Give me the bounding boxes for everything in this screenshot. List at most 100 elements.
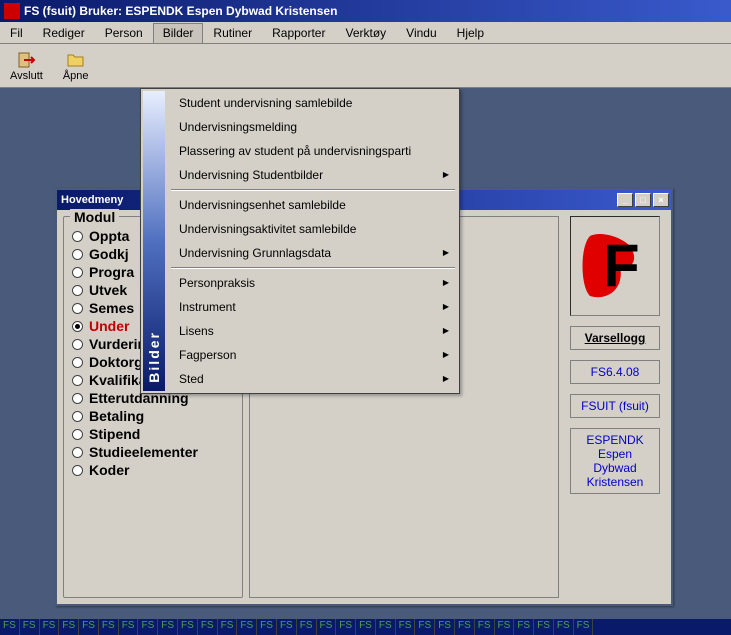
modul-legend: Modul — [70, 209, 119, 225]
toolbar: Avslutt Åpne — [0, 44, 731, 88]
menu-rutiner[interactable]: Rutiner — [203, 23, 262, 43]
radio-icon — [72, 267, 83, 278]
status-segment: FS — [495, 619, 515, 635]
menu-fil[interactable]: Fil — [0, 23, 33, 43]
dropdown-item[interactable]: Lisens — [167, 319, 459, 343]
status-segment: FS — [455, 619, 475, 635]
status-segment: FS — [237, 619, 257, 635]
child-title: Hovedmeny — [61, 194, 123, 206]
module-label: Semes — [89, 300, 134, 316]
module-label: Godkj — [89, 246, 129, 262]
module-label: Progra — [89, 264, 134, 280]
status-segment: FS — [534, 619, 554, 635]
dropdown-item[interactable]: Fagperson — [167, 343, 459, 367]
menu-person[interactable]: Person — [95, 23, 153, 43]
status-segment: FS — [218, 619, 238, 635]
menu-hjelp[interactable]: Hjelp — [447, 23, 494, 43]
app-title: FS (fsuit) Bruker: ESPENDK Espen Dybwad … — [24, 4, 337, 18]
module-label: Stipend — [89, 426, 140, 442]
avslutt-label: Avslutt — [10, 70, 43, 82]
dropdown-item[interactable]: Plassering av student på undervisningspa… — [167, 139, 459, 163]
status-segment: FS — [396, 619, 416, 635]
radio-icon — [72, 429, 83, 440]
status-segment: FS — [198, 619, 218, 635]
radio-icon — [72, 411, 83, 422]
bilder-dropdown-menu: Bilder Student undervisning samlebildeUn… — [140, 88, 460, 394]
radio-icon — [72, 249, 83, 260]
status-bar: FSFSFSFSFSFSFSFSFSFSFSFSFSFSFSFSFSFSFSFS… — [0, 619, 731, 635]
status-segment: FS — [59, 619, 79, 635]
module-label: Under — [89, 318, 129, 334]
module-label: Koder — [89, 462, 129, 478]
window-controls: _ □ × — [617, 193, 669, 207]
module-label: Oppta — [89, 228, 129, 244]
status-segment: FS — [475, 619, 495, 635]
module-label: Studieelementer — [89, 444, 198, 460]
radio-icon — [72, 357, 83, 368]
mdi-workspace: Bilder Student undervisning samlebildeUn… — [0, 88, 731, 635]
radio-icon — [72, 465, 83, 476]
status-segment: FS — [435, 619, 455, 635]
status-segment: FS — [356, 619, 376, 635]
status-segment: FS — [178, 619, 198, 635]
module-radio-koder[interactable]: Koder — [72, 461, 234, 479]
right-panel: F Varsellogg FS6.4.08 FSUIT (fsuit) ESPE… — [565, 216, 665, 598]
dropdown-item[interactable]: Personpraksis — [167, 271, 459, 295]
apne-label: Åpne — [63, 70, 89, 82]
dropdown-separator — [171, 267, 455, 269]
radio-icon — [72, 285, 83, 296]
dropdown-item[interactable]: Student undervisning samlebilde — [167, 91, 459, 115]
radio-icon — [72, 321, 83, 332]
version-box[interactable]: FS6.4.08 — [570, 360, 660, 384]
maximize-button[interactable]: □ — [635, 193, 651, 207]
dropdown-item[interactable]: Instrument — [167, 295, 459, 319]
status-segment: FS — [0, 619, 20, 635]
dropdown-item[interactable]: Undervisning Grunnlagsdata — [167, 241, 459, 265]
status-segment: FS — [514, 619, 534, 635]
minimize-button[interactable]: _ — [617, 193, 633, 207]
radio-icon — [72, 375, 83, 386]
status-segment: FS — [79, 619, 99, 635]
radio-icon — [72, 393, 83, 404]
user-box[interactable]: ESPENDK Espen Dybwad Kristensen — [570, 428, 660, 494]
status-segment: FS — [257, 619, 277, 635]
avslutt-button[interactable]: Avslutt — [4, 48, 49, 84]
varsellogg-button[interactable]: Varsellogg — [570, 326, 660, 350]
open-folder-icon — [66, 50, 86, 70]
menubar: FilRedigerPersonBilderRutinerRapporterVe… — [0, 22, 731, 44]
dropdown-item[interactable]: Undervisningsaktivitet samlebilde — [167, 217, 459, 241]
module-radio-betaling[interactable]: Betaling — [72, 407, 234, 425]
status-segment: FS — [317, 619, 337, 635]
radio-icon — [72, 303, 83, 314]
status-segment: FS — [554, 619, 574, 635]
module-radio-studieelementer[interactable]: Studieelementer — [72, 443, 234, 461]
dropdown-item[interactable]: Undervisning Studentbilder — [167, 163, 459, 187]
status-segment: FS — [40, 619, 60, 635]
status-segment: FS — [119, 619, 139, 635]
module-label: Betaling — [89, 408, 144, 424]
status-segment: FS — [574, 619, 594, 635]
close-button[interactable]: × — [653, 193, 669, 207]
dropdown-item[interactable]: Sted — [167, 367, 459, 391]
status-segment: FS — [277, 619, 297, 635]
status-segment: FS — [138, 619, 158, 635]
radio-icon — [72, 231, 83, 242]
status-segment: FS — [376, 619, 396, 635]
menu-vindu[interactable]: Vindu — [396, 23, 446, 43]
fs-logo: F — [570, 216, 660, 316]
dropdown-separator — [171, 189, 455, 191]
module-radio-stipend[interactable]: Stipend — [72, 425, 234, 443]
menu-verktøy[interactable]: Verktøy — [335, 23, 396, 43]
status-segment: FS — [336, 619, 356, 635]
status-segment: FS — [158, 619, 178, 635]
menu-bilder[interactable]: Bilder — [153, 23, 204, 43]
menu-rapporter[interactable]: Rapporter — [262, 23, 335, 43]
dropdown-item[interactable]: Undervisningsmelding — [167, 115, 459, 139]
env-box[interactable]: FSUIT (fsuit) — [570, 394, 660, 418]
dropdown-item[interactable]: Undervisningsenhet samlebilde — [167, 193, 459, 217]
status-segment: FS — [415, 619, 435, 635]
menu-rediger[interactable]: Rediger — [33, 23, 95, 43]
apne-button[interactable]: Åpne — [57, 48, 95, 84]
radio-icon — [72, 447, 83, 458]
main-titlebar: FS (fsuit) Bruker: ESPENDK Espen Dybwad … — [0, 0, 731, 22]
